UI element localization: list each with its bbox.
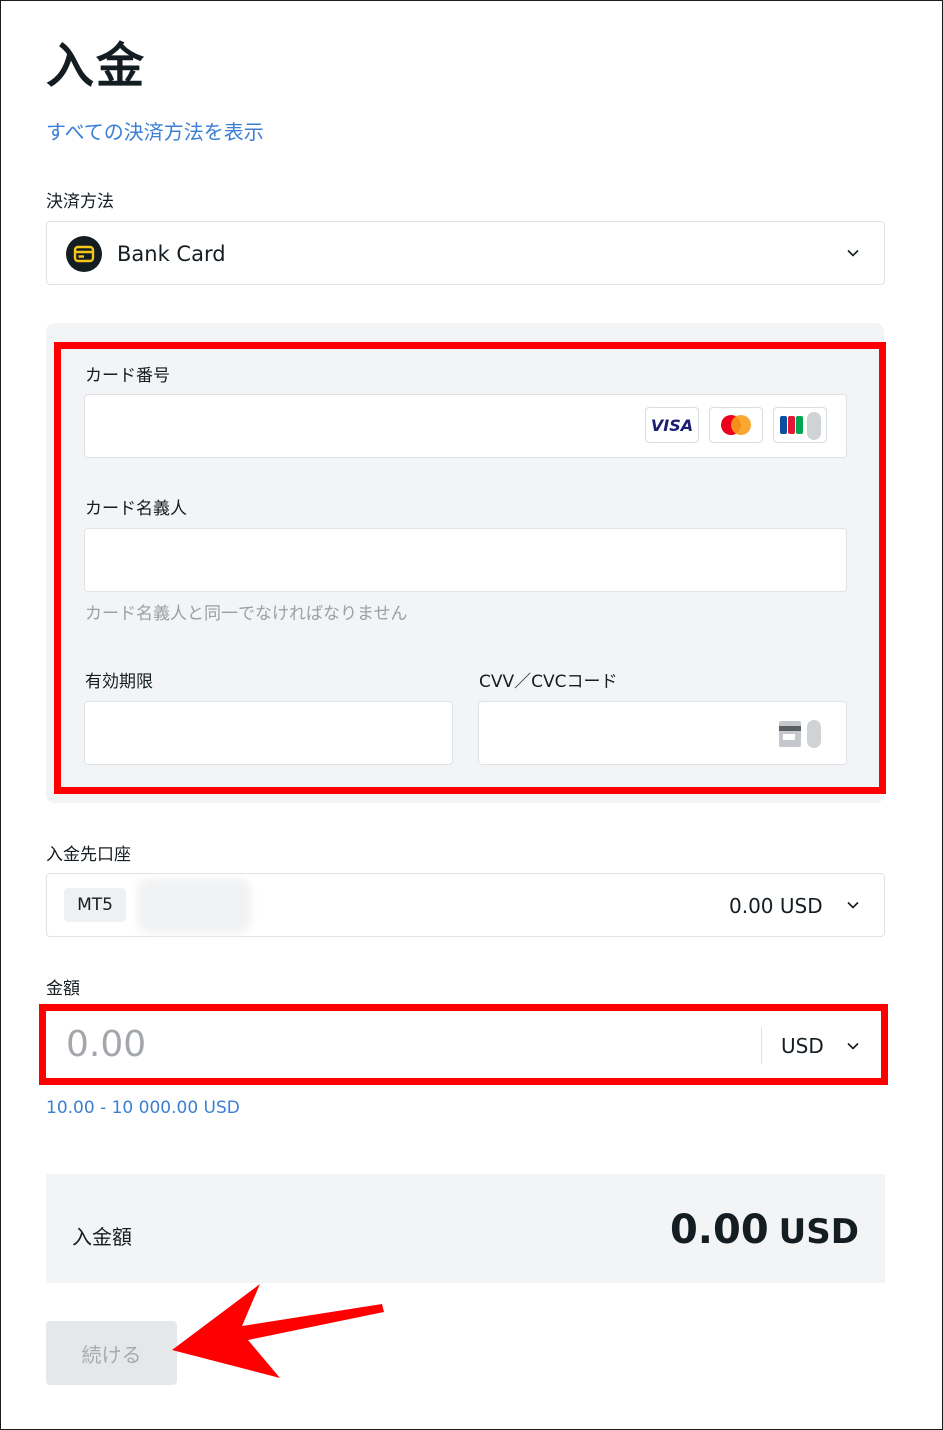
cvv-label: CVV／CVCコード <box>479 672 618 692</box>
account-number-redacted <box>137 878 251 934</box>
amount-label: 金額 <box>46 979 80 999</box>
annotation-arrow-icon <box>172 1284 384 1378</box>
continue-button[interactable]: 続ける <box>46 1321 177 1385</box>
chevron-down-icon <box>847 1042 859 1050</box>
payment-method-value: Bank Card <box>117 242 226 266</box>
summary-value: 0.00 <box>669 1207 769 1253</box>
summary-label: 入金額 <box>72 1225 132 1249</box>
chevron-down-icon <box>847 249 859 257</box>
cardholder-label: カード名義人 <box>85 499 187 519</box>
chevron-down-icon <box>847 901 859 909</box>
expiry-label: 有効期限 <box>85 672 153 692</box>
account-label: 入金先口座 <box>46 845 131 865</box>
cvv-card-icon <box>779 720 821 748</box>
currency-divider <box>761 1027 762 1064</box>
visa-icon: VISA <box>645 407 699 443</box>
page-title: 入金 <box>46 38 147 94</box>
account-balance: 0.00 USD <box>729 894 823 918</box>
payment-method-label: 決済方法 <box>46 192 114 212</box>
jcb-icon <box>773 407 827 443</box>
cardholder-hint: カード名義人と同一でなければなりません <box>85 604 408 624</box>
amount-currency-select[interactable]: USD <box>781 1033 824 1059</box>
cardholder-input[interactable] <box>84 528 847 592</box>
card-icon <box>66 236 102 272</box>
amount-input[interactable]: 0.00 <box>66 1023 146 1067</box>
card-number-input[interactable]: VISA <box>84 394 847 458</box>
amount-field: 0.00 USD <box>46 1011 881 1078</box>
account-type-badge: MT5 <box>64 888 126 922</box>
cvv-input[interactable] <box>478 701 847 765</box>
mastercard-icon <box>709 407 763 443</box>
summary-currency: USD <box>778 1212 859 1252</box>
summary-panel: 入金額 0.00 USD <box>46 1174 885 1283</box>
show-all-methods-link[interactable]: すべての決済方法を表示 <box>46 118 264 146</box>
expiry-input[interactable] <box>84 701 453 765</box>
card-number-label: カード番号 <box>85 366 170 386</box>
summary-amount: 0.00 USD <box>670 1206 859 1254</box>
payment-method-select[interactable]: Bank Card <box>46 221 885 285</box>
account-select[interactable]: MT5 0.00 USD <box>46 873 885 937</box>
amount-range: 10.00 - 10 000.00 USD <box>46 1098 240 1118</box>
